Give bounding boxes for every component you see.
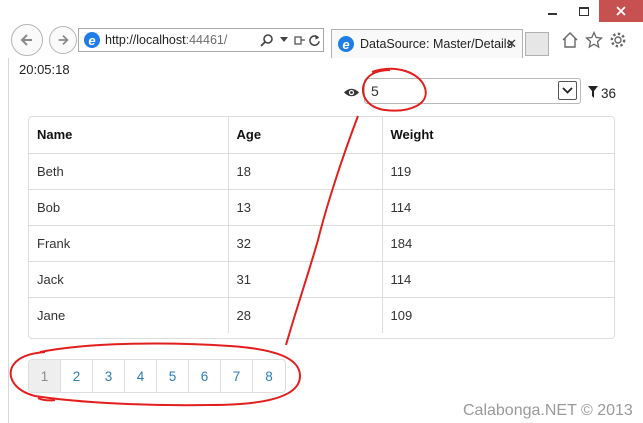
close-icon — [616, 6, 626, 16]
back-arrow-icon — [20, 34, 32, 46]
clock-text: 20:05:18 — [19, 62, 70, 77]
page-button-2[interactable]: 2 — [61, 360, 93, 392]
cell-weight: 184 — [382, 225, 614, 262]
data-table: Name Age Weight Beth 18 119 Bob 13 114 F… — [29, 117, 614, 333]
maximize-icon — [578, 6, 589, 16]
browser-toolbar: e http://localhost:44461/ e DataSource: … — [0, 22, 643, 58]
cell-age: 32 — [228, 225, 383, 262]
column-header-age[interactable]: Age — [228, 117, 383, 154]
search-dropdown[interactable] — [276, 32, 292, 48]
cell-age: 28 — [228, 297, 383, 333]
url-port: :44461/ — [185, 33, 228, 47]
cell-weight: 109 — [390, 307, 413, 323]
tab-datasource[interactable]: e DataSource: Master/Details ✕ — [331, 29, 523, 58]
search-icon — [260, 34, 273, 47]
gear-icon — [610, 32, 626, 48]
minimize-icon — [548, 13, 557, 15]
table-row[interactable]: Frank 32 184 — [29, 225, 614, 262]
select-dropdown-button[interactable] — [558, 81, 577, 100]
watermark: Calabonga.NET © 2013 — [463, 402, 633, 419]
cell-name: Beth — [29, 153, 229, 190]
cell-name: Jane — [29, 297, 229, 333]
minimize-button[interactable] — [537, 0, 568, 22]
filter-icon — [588, 86, 598, 98]
cell-age: 18 — [228, 153, 383, 190]
table-header-row: Name Age Weight — [29, 117, 614, 154]
forward-arrow-icon — [58, 35, 69, 45]
home-icon — [562, 32, 578, 48]
table-row[interactable]: Bob 13 114 — [29, 189, 614, 226]
filter-count: 36 — [601, 86, 617, 101]
refresh-icon — [308, 34, 320, 46]
table-row[interactable]: Beth 18 119 — [29, 153, 614, 190]
refresh-button[interactable] — [306, 32, 322, 48]
pagination: 1 2 3 4 5 6 7 8 — [28, 359, 286, 393]
back-button[interactable] — [11, 24, 43, 56]
new-tab-button[interactable] — [525, 32, 549, 56]
cell-name: Jack — [29, 261, 229, 298]
maximize-button[interactable] — [568, 0, 599, 22]
cell-name: Bob — [29, 189, 229, 226]
ie-logo-icon: e — [338, 36, 354, 52]
data-grid: Name Age Weight Beth 18 119 Bob 13 114 F… — [28, 116, 615, 339]
close-window-button[interactable] — [599, 0, 643, 22]
cell-name: Frank — [29, 225, 229, 262]
address-bar[interactable]: e http://localhost:44461/ — [78, 28, 324, 52]
table-row[interactable]: Jack 31 114 — [29, 261, 614, 298]
url-text: http://localhost:44461/ — [105, 33, 227, 47]
page-button-1[interactable]: 1 — [29, 360, 61, 392]
tab-close-icon[interactable]: ✕ — [506, 36, 517, 52]
page-button-8[interactable]: 8 — [253, 360, 285, 392]
cell-age: 31 — [228, 261, 383, 298]
column-header-name[interactable]: Name — [29, 117, 229, 154]
page-size-select[interactable]: 5 — [364, 78, 581, 104]
eye-icon — [343, 84, 360, 101]
url-host: http://localhost — [105, 33, 186, 47]
cell-weight: 114 — [382, 189, 614, 226]
column-header-weight[interactable]: Weight — [382, 117, 614, 154]
home-button[interactable] — [560, 30, 580, 50]
favorites-button[interactable] — [584, 30, 604, 50]
cell-age: 13 — [228, 189, 383, 226]
search-button[interactable] — [259, 32, 275, 48]
chevron-down-icon — [280, 37, 288, 42]
page-button-7[interactable]: 7 — [221, 360, 253, 392]
disconnect-icon — [294, 36, 305, 45]
tools-button[interactable] — [608, 30, 628, 50]
page-size-value: 5 — [371, 83, 379, 99]
page-button-3[interactable]: 3 — [93, 360, 125, 392]
window-controls — [537, 0, 643, 24]
chevron-down-icon — [562, 87, 573, 94]
page-button-5[interactable]: 5 — [157, 360, 189, 392]
page-button-6[interactable]: 6 — [189, 360, 221, 392]
table-row[interactable]: Jane 28 109 — [29, 297, 614, 333]
forward-button[interactable] — [49, 26, 77, 54]
page-button-4[interactable]: 4 — [125, 360, 157, 392]
tab-title: DataSource: Master/Details — [360, 37, 513, 51]
cell-weight: 119 — [382, 153, 614, 190]
star-icon — [585, 31, 603, 49]
cell-weight: 114 — [382, 261, 614, 298]
ie-logo-icon: e — [84, 32, 100, 48]
